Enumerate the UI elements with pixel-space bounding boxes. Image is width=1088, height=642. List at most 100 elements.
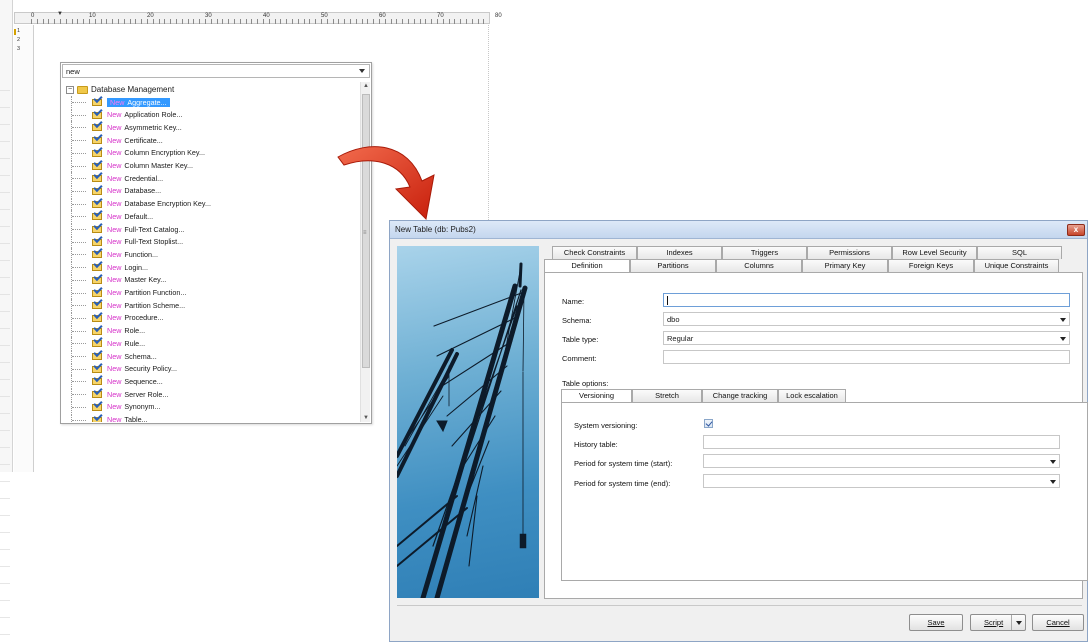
- history-table-field[interactable]: [703, 435, 1060, 449]
- chevron-down-icon[interactable]: [1050, 460, 1056, 464]
- completion-item[interactable]: New Master Key...: [63, 271, 359, 286]
- table-type-dropdown[interactable]: Regular: [663, 331, 1070, 345]
- inner-tab-versioning[interactable]: Versioning: [561, 389, 632, 403]
- completion-item[interactable]: New Application Role...: [63, 106, 359, 121]
- save-button[interactable]: Save: [909, 614, 963, 631]
- tab-check-constraints[interactable]: Check Constraints: [552, 246, 637, 259]
- keyword-new: New: [107, 376, 122, 386]
- completion-item[interactable]: New Default...: [63, 208, 359, 223]
- completion-item[interactable]: New Asymmetric Key...: [63, 119, 359, 134]
- completion-item[interactable]: New Schema...: [63, 347, 359, 362]
- new-object-icon: [91, 93, 103, 107]
- comment-field[interactable]: [663, 350, 1070, 364]
- completion-item-text: New Full-Text Stoplist...: [107, 237, 183, 246]
- tree-guide-line: [63, 400, 91, 413]
- ruler-tick: [118, 19, 119, 24]
- cancel-button[interactable]: Cancel: [1032, 614, 1084, 631]
- tab-definition[interactable]: Definition: [544, 259, 630, 273]
- completion-item-text: New Procedure...: [107, 313, 164, 322]
- ruler-tick: [326, 19, 328, 24]
- scroll-up-icon[interactable]: ▲: [363, 83, 369, 89]
- dialog-titlebar[interactable]: New Table (db: Pubs2) x: [390, 221, 1087, 239]
- completion-item[interactable]: New Security Policy...: [63, 360, 359, 375]
- completion-item-label: Asymmetric Key...: [124, 122, 182, 132]
- tab-row-level-security[interactable]: Row Level Security: [892, 246, 977, 259]
- completion-item[interactable]: New Table...: [63, 411, 359, 422]
- completion-item[interactable]: New Sequence...: [63, 373, 359, 388]
- completion-item[interactable]: New Database Encryption Key...: [63, 195, 359, 210]
- completion-item-label: Full-Text Stoplist...: [124, 237, 184, 247]
- completion-item[interactable]: New Rule...: [63, 335, 359, 350]
- completion-tree[interactable]: − Database Management New Aggregate... New…: [63, 82, 359, 422]
- tree-guide-line: [63, 121, 91, 134]
- name-label: Name:: [562, 297, 585, 306]
- tree-guide-line: [63, 146, 91, 159]
- ruler-tick: [373, 19, 375, 24]
- tab-sql[interactable]: SQL: [977, 246, 1062, 259]
- new-table-dialog[interactable]: New Table (db: Pubs2) x Check Constraint…: [389, 220, 1088, 642]
- ruler-tick: [106, 19, 108, 24]
- script-button[interactable]: Script: [970, 614, 1026, 631]
- completion-item[interactable]: New Synonym...: [63, 398, 359, 413]
- completion-item-text: New Rule...: [107, 339, 145, 348]
- scroll-down-icon[interactable]: ▼: [363, 415, 369, 421]
- dropdown-arrow-icon[interactable]: [359, 69, 365, 73]
- tab-indexes[interactable]: Indexes: [637, 246, 722, 259]
- chevron-down-icon[interactable]: [1060, 318, 1066, 322]
- completion-item[interactable]: New Role...: [63, 322, 359, 337]
- completion-item[interactable]: New Certificate...: [63, 131, 359, 147]
- tree-root-database-management[interactable]: − Database Management: [66, 84, 174, 95]
- completion-filter-input[interactable]: new: [62, 64, 370, 78]
- completion-item[interactable]: New Column Master Key...: [63, 157, 359, 172]
- tab-columns[interactable]: Columns: [716, 259, 802, 272]
- inner-tab-change-tracking[interactable]: Change tracking: [702, 389, 778, 402]
- completion-item-text: New Column Master Key...: [107, 161, 193, 170]
- period-start-dropdown[interactable]: [703, 454, 1060, 468]
- system-versioning-checkbox[interactable]: [704, 419, 713, 428]
- completion-item-text: New Partition Function...: [107, 288, 186, 297]
- keyword-new: New: [107, 338, 122, 348]
- tab-partitions[interactable]: Partitions: [630, 259, 716, 272]
- tree-guide-line: [63, 134, 91, 147]
- close-icon[interactable]: x: [1067, 224, 1085, 236]
- vertical-scrollbar[interactable]: ▲ ≡ ▼: [360, 82, 370, 422]
- ruler-tick: [112, 19, 114, 24]
- inner-tab-stretch[interactable]: Stretch: [632, 389, 702, 402]
- tab-permissions[interactable]: Permissions: [807, 246, 892, 259]
- completion-item[interactable]: New Credential...: [63, 170, 359, 185]
- completion-item[interactable]: New Full-Text Catalog...: [63, 220, 359, 235]
- new-object-icon: [91, 144, 103, 158]
- completion-item[interactable]: New Procedure...: [63, 309, 359, 324]
- completion-item[interactable]: New Aggregate...: [63, 93, 359, 108]
- schema-dropdown[interactable]: dbo: [663, 312, 1070, 326]
- inner-tab-lock-escalation[interactable]: Lock escalation: [778, 389, 846, 402]
- completion-item[interactable]: New Server Role...: [63, 385, 359, 401]
- tab-foreign-keys[interactable]: Foreign Keys: [888, 259, 974, 272]
- completion-item-label: Default...: [124, 211, 154, 221]
- chevron-down-icon[interactable]: [1060, 337, 1066, 341]
- tab-triggers[interactable]: Triggers: [722, 246, 807, 259]
- completion-item[interactable]: New Partition Function...: [63, 284, 359, 299]
- script-dropdown-arrow-icon[interactable]: [1011, 615, 1025, 630]
- keyword-new: New: [107, 288, 122, 297]
- period-end-dropdown[interactable]: [703, 474, 1060, 488]
- chevron-down-icon[interactable]: [1050, 480, 1056, 484]
- completion-item[interactable]: New Partition Scheme...: [63, 297, 359, 312]
- completion-item[interactable]: New Column Encryption Key...: [63, 144, 359, 159]
- completion-item[interactable]: New Full-Text Stoplist...: [63, 233, 359, 248]
- code-completion-popup[interactable]: new − Database Management New Aggregate..…: [60, 62, 372, 424]
- completion-item[interactable]: New Function...: [63, 246, 359, 261]
- ruler-tick: [321, 19, 322, 24]
- collapse-icon[interactable]: −: [66, 85, 74, 94]
- tree-guide-line: [63, 362, 91, 375]
- tab-unique-constraints[interactable]: Unique Constraints: [974, 259, 1059, 272]
- completion-item-label: Procedure...: [124, 313, 164, 323]
- completion-item-text: New Application Role...: [107, 110, 182, 119]
- ruler-indent-marker-icon[interactable]: ▼: [57, 11, 63, 17]
- completion-item[interactable]: New Login...: [63, 258, 359, 274]
- completion-item[interactable]: New Database...: [63, 182, 359, 197]
- line-number: 2: [17, 37, 21, 43]
- ruler-tick: [135, 19, 137, 24]
- name-field[interactable]: [663, 293, 1070, 307]
- tab-primary-key[interactable]: Primary Key: [802, 259, 888, 272]
